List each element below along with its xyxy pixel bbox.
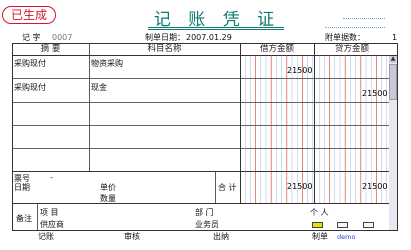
qty-label: 数量 xyxy=(100,194,116,203)
project-label: 项 目 xyxy=(40,208,59,217)
row2-credit[interactable]: 21500 xyxy=(362,89,387,98)
row2-account[interactable]: 现金 xyxy=(91,82,107,93)
header-account: 科目名称 xyxy=(147,44,182,54)
auditor-label: 审核 xyxy=(124,232,140,241)
header-credit: 贷方金额 xyxy=(334,44,369,54)
cashier-label: 出纳 xyxy=(213,232,229,241)
header-debit: 借方金额 xyxy=(259,44,294,54)
person-next-button[interactable] xyxy=(363,222,374,228)
price-label: 单价 xyxy=(100,183,116,192)
row1-account[interactable]: 物资采购 xyxy=(91,58,123,69)
row2-summary[interactable]: 采购现付 xyxy=(14,82,46,93)
dept-label: 部 门 xyxy=(195,208,214,217)
person-prev-button[interactable] xyxy=(337,222,348,228)
total-debit: 21500 xyxy=(287,182,313,191)
remark-label: 备注 xyxy=(16,214,32,223)
row1-debit[interactable]: 21500 xyxy=(287,66,312,75)
maker-value: demo xyxy=(337,233,356,241)
footer-date-label: 日期 xyxy=(14,183,30,192)
maker-label: 制单 xyxy=(312,232,328,241)
bookkeeper-label: 记账 xyxy=(38,232,54,241)
total-credit: 21500 xyxy=(362,182,388,191)
ticket-dash: - xyxy=(50,173,53,182)
person-label: 个 人 xyxy=(310,208,329,217)
row1-summary[interactable]: 采购现付 xyxy=(14,58,46,69)
person-first-button[interactable] xyxy=(312,222,323,228)
supplier-label: 供应商 xyxy=(40,220,64,229)
salesman-label: 业务员 xyxy=(195,220,219,229)
total-label: 合 计 xyxy=(218,183,237,192)
header-summary: 摘 要 xyxy=(40,44,61,54)
